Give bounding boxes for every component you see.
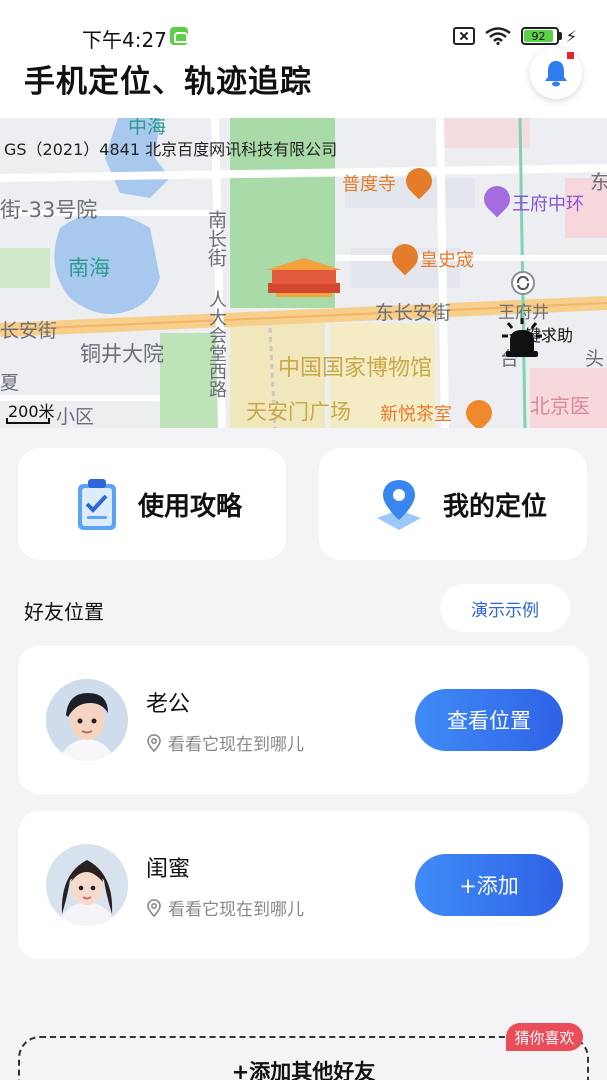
battery-icon: 92 [520,27,559,45]
wifi-icon [485,27,511,45]
map-label-xia: 夏 [0,372,20,394]
add-other-friends-button[interactable]: +添加其他好友 [18,1036,589,1080]
map-view[interactable]: GS（2021）4841 北京百度网讯科技有限公司 中海 街-33号院 南海 南… [0,118,607,428]
status-time: 下午4:27 [82,28,167,52]
map-label-huangshicheng: 皇史宬 [420,250,474,271]
sos-button[interactable]: 一键求助 [500,318,582,396]
bell-icon [545,61,567,87]
location-pin-icon [377,480,421,530]
add-friend-button[interactable]: +添加 [415,854,563,916]
map-label-puduosi: 普度寺 [342,174,396,195]
status-icons: 92 ⚡ [452,25,577,47]
map-label-renda: 人大会堂西路 [206,290,227,398]
friend-subtitle-text: 看看它现在到哪儿 [168,735,304,755]
friend-subtitle: 看看它现在到哪儿 [146,895,304,920]
map-label-museum: 中国国家博物馆 [278,356,433,381]
guide-card-label: 使用攻略 [138,491,243,522]
app-notification-icon [170,27,188,45]
map-label-nanchangjie: 南长街 [205,210,227,267]
view-location-button[interactable]: 查看位置 [415,689,563,751]
map-label-tou: 头 [585,348,605,370]
my-location-label: 我的定位 [443,491,548,522]
friend-name: 老公 [146,692,191,717]
map-label-zhonghai: 中海 [128,118,167,138]
map-label-dongchangan: 东长安街 [375,302,452,324]
map-scale-bar [6,418,50,424]
recommend-badge: 猜你喜欢 [506,1023,583,1051]
app-header: 手机定位、轨迹追踪 [0,47,607,118]
map-label-tongjing: 铜井大院 [80,342,164,366]
charging-icon: ⚡ [565,26,577,46]
add-other-friends-label: +添加其他好友 [231,1060,376,1080]
notification-badge [567,52,574,59]
map-label-wangfu-mall: 王府中环 [512,194,584,215]
notification-button[interactable] [530,47,582,99]
friend-name: 闺蜜 [146,857,191,882]
map-label-tiananmen-square: 天安门广场 [246,400,351,424]
map-label-changanjie: 长安街 [0,320,58,342]
friend-card-bestie[interactable]: 闺蜜 看看它现在到哪儿 +添加 [18,811,589,959]
my-location-card[interactable]: 我的定位 [319,448,587,560]
refresh-icon[interactable] [510,270,536,296]
map-label-nanhai: 南海 [68,256,110,280]
map-copyright: GS（2021）4841 北京百度网讯科技有限公司 [4,140,338,159]
friends-section-title: 好友位置 [24,600,104,624]
avatar [46,679,128,761]
battery-cap [558,32,562,40]
friend-subtitle-text: 看看它现在到哪儿 [168,900,304,920]
friend-card-husband[interactable]: 老公 看看它现在到哪儿 查看位置 [18,646,589,794]
clipboard-icon [78,479,116,530]
friend-subtitle: 看看它现在到哪儿 [146,730,304,755]
demo-button[interactable]: 演示示例 [440,584,570,632]
sim-off-icon [452,27,475,45]
alarm-light-icon [502,318,542,357]
avatar [46,844,128,926]
map-label-east: 东 [590,170,607,194]
battery-level: 92 [523,30,554,43]
guide-card[interactable]: 使用攻略 [18,448,286,560]
location-outline-icon [147,898,161,917]
status-bar: 下午4:27 92 ⚡ [0,0,607,52]
map-label-jie33: 街-33号院 [0,198,98,222]
map-label-xinyue: 新悦茶室 [380,404,452,425]
map-label-xiaoqu: 小区 [56,406,95,428]
page-title: 手机定位、轨迹追踪 [24,64,312,100]
location-outline-icon [147,733,161,752]
